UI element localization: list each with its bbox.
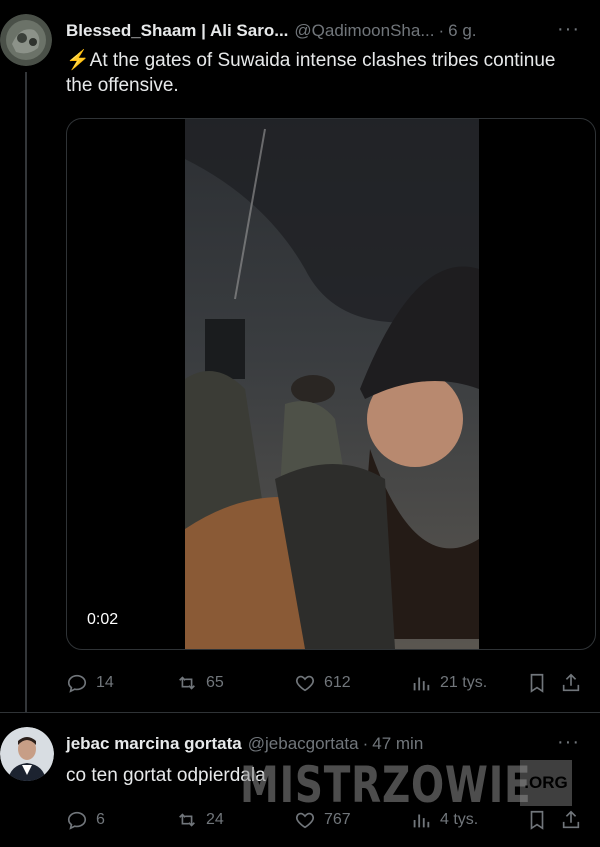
watermark-badge: .ORG — [520, 760, 572, 806]
timestamp[interactable]: 47 min — [372, 734, 423, 754]
site-watermark: MISTRZOWIE — [240, 756, 532, 814]
timestamp[interactable]: 6 g. — [448, 21, 476, 41]
tweet-text: ⚡At the gates of Suwaida intense clashes… — [66, 48, 576, 98]
views-button[interactable]: 21 tys. — [410, 672, 526, 694]
author-name[interactable]: Blessed_Shaam | Ali Saro... — [66, 21, 288, 41]
repost-count: 65 — [206, 674, 224, 691]
tweet-body: At the gates of Suwaida intense clashes … — [66, 50, 556, 96]
video-duration: 0:02 — [87, 611, 119, 628]
repost-button[interactable]: 65 — [176, 672, 294, 694]
share-icon — [562, 673, 580, 692]
like-button[interactable]: 612 — [294, 672, 410, 694]
tweet-1[interactable]: Blessed_Shaam | Ali Saro... @QadimoonSha… — [0, 0, 600, 712]
bookmark-icon — [530, 673, 544, 693]
share-button[interactable] — [560, 809, 590, 831]
thread-line — [25, 72, 27, 712]
bookmark-button[interactable] — [526, 672, 560, 694]
reply-count: 14 — [96, 674, 114, 691]
separator: · — [362, 734, 369, 753]
share-button[interactable] — [560, 672, 590, 694]
reply-button[interactable]: 14 — [66, 672, 176, 694]
author-avatar[interactable] — [0, 727, 54, 781]
views-icon — [413, 677, 430, 691]
reply-icon — [67, 811, 87, 830]
repost-icon — [179, 676, 195, 690]
action-bar: 14 65 612 21 tys. — [66, 668, 594, 698]
tweet-header: Blessed_Shaam | Ali Saro... @QadimoonSha… — [66, 18, 580, 44]
tweet-header: jebac marcina gortata @jebacgortata · 47… — [66, 731, 580, 757]
video-frame[interactable] — [185, 119, 479, 649]
video-player[interactable]: 0:02 — [66, 118, 596, 650]
repost-count: 24 — [206, 811, 224, 828]
more-icon[interactable]: ··· — [557, 731, 580, 753]
share-icon — [562, 810, 580, 829]
author-name[interactable]: jebac marcina gortata — [66, 734, 242, 754]
lightning-emoji: ⚡ — [66, 50, 90, 71]
reply-count: 6 — [96, 811, 105, 828]
author-handle[interactable]: @jebacgortata — [248, 734, 359, 754]
views-count: 21 tys. — [440, 674, 488, 691]
repost-icon — [179, 813, 195, 827]
like-icon — [296, 675, 314, 692]
like-count: 612 — [324, 674, 351, 691]
reply-icon — [67, 674, 87, 693]
more-icon[interactable]: ··· — [557, 18, 580, 40]
separator: · — [438, 21, 445, 40]
reply-button[interactable]: 6 — [66, 809, 176, 831]
author-handle[interactable]: @QadimoonSha... — [294, 21, 434, 41]
author-avatar[interactable] — [0, 14, 52, 66]
